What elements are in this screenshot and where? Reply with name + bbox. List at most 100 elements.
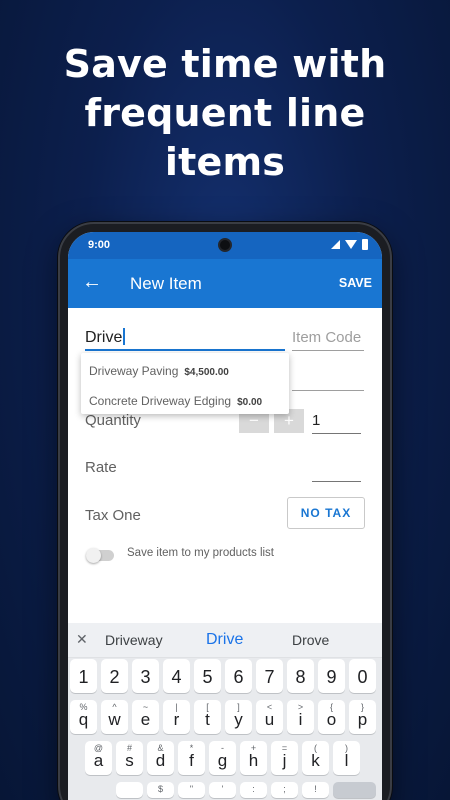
keyboard-suggestion[interactable]: Drive bbox=[206, 631, 243, 649]
key-label: 1 bbox=[78, 667, 89, 687]
key-q[interactable]: % q bbox=[70, 700, 97, 734]
key-label: 7 bbox=[264, 667, 275, 687]
key-t[interactable]: [t bbox=[194, 700, 221, 734]
key-e[interactable]: ~ e bbox=[132, 700, 159, 734]
key-f[interactable]: * f bbox=[178, 741, 205, 775]
key-label: 8 bbox=[295, 667, 306, 687]
key-label: r bbox=[173, 710, 180, 729]
key-label: 2 bbox=[109, 667, 120, 687]
key-o[interactable]: {o bbox=[318, 700, 345, 734]
key-label: i bbox=[298, 710, 303, 729]
suggestion-dropdown: Driveway Paving $4,500.00 Concrete Drivew… bbox=[81, 353, 289, 414]
key-label: 6 bbox=[233, 667, 244, 687]
key-r[interactable]: | r bbox=[163, 700, 190, 734]
save-to-products-toggle[interactable] bbox=[86, 548, 114, 563]
key-0[interactable]: 0 bbox=[349, 659, 376, 693]
text-caret bbox=[123, 328, 125, 345]
key-i[interactable]: > i bbox=[287, 700, 314, 734]
key-label: 4 bbox=[171, 667, 182, 687]
suggestion-name: Driveway Paving bbox=[89, 364, 179, 378]
keyboard-suggestion-strip: ✕ Driveway Drive Drove bbox=[68, 623, 382, 658]
key-label: o bbox=[326, 710, 337, 729]
key-4[interactable]: 4 bbox=[163, 659, 190, 693]
key-9[interactable]: 9 bbox=[318, 659, 345, 693]
status-time: 9:00 bbox=[88, 239, 111, 251]
key-8[interactable]: 8 bbox=[287, 659, 314, 693]
suggestion-item[interactable]: Concrete Driveway Edging $0.00 bbox=[89, 394, 262, 408]
key-alt-label: ' bbox=[221, 784, 224, 794]
key-d[interactable]: & d bbox=[147, 741, 174, 775]
key-label: e bbox=[140, 710, 151, 729]
key-label: 9 bbox=[326, 667, 337, 687]
key-3[interactable]: 3 bbox=[132, 659, 159, 693]
key-p[interactable]: } p bbox=[349, 700, 376, 734]
key-label: f bbox=[189, 751, 194, 770]
key-g[interactable]: -g bbox=[209, 741, 236, 775]
phone-screen: 9:00 ← New Item SAVE Drive Item Code Dri… bbox=[68, 232, 382, 800]
key-m[interactable]: ! bbox=[302, 782, 329, 798]
backspace-key[interactable] bbox=[333, 782, 376, 798]
key-alt-label: ; bbox=[283, 784, 286, 794]
rate-label: Rate bbox=[85, 459, 117, 476]
key-label: t bbox=[205, 710, 210, 729]
keyboard-suggestion[interactable]: Drove bbox=[292, 632, 329, 648]
key-label: l bbox=[344, 751, 349, 770]
key-label: s bbox=[125, 751, 134, 770]
key-v[interactable]: ' bbox=[209, 782, 236, 798]
key-z[interactable] bbox=[116, 782, 143, 798]
quantity-label: Quantity bbox=[85, 412, 141, 429]
key-y[interactable]: ] y bbox=[225, 700, 252, 734]
key-alt-label: $ bbox=[157, 784, 163, 794]
key-7[interactable]: 7 bbox=[256, 659, 283, 693]
collapse-icon[interactable]: ✕ bbox=[76, 631, 88, 648]
headline: Save time with frequent line items bbox=[63, 42, 387, 184]
suggestion-price: $0.00 bbox=[237, 397, 263, 408]
key-alt-label: " bbox=[189, 784, 194, 794]
camera-icon bbox=[218, 238, 232, 252]
key-n[interactable]: ; bbox=[271, 782, 298, 798]
key-l[interactable]: ) l bbox=[333, 741, 360, 775]
item-code-input[interactable]: Item Code bbox=[292, 325, 364, 351]
rate-field[interactable] bbox=[312, 456, 361, 482]
save-to-products-label: Save item to my products list bbox=[127, 547, 274, 559]
quantity-field[interactable]: 1 bbox=[312, 408, 361, 434]
key-b[interactable]: : bbox=[240, 782, 267, 798]
key-2[interactable]: 2 bbox=[101, 659, 128, 693]
key-k[interactable]: (k bbox=[302, 741, 329, 775]
key-u[interactable]: < u bbox=[256, 700, 283, 734]
tax-select-button[interactable]: NO TAX bbox=[287, 497, 365, 529]
key-label: q bbox=[78, 710, 89, 729]
description-input[interactable] bbox=[292, 390, 364, 391]
toggle-knob bbox=[86, 548, 101, 563]
key-x[interactable]: $ bbox=[147, 782, 174, 798]
status-bar: 9:00 bbox=[68, 232, 382, 259]
key-s[interactable]: # s bbox=[116, 741, 143, 775]
key-label: 3 bbox=[140, 667, 151, 687]
item-form: Drive Item Code Driveway Paving $4,500.00… bbox=[68, 308, 382, 623]
key-alt-label: : bbox=[252, 784, 255, 794]
suggestion-item[interactable]: Driveway Paving $4,500.00 bbox=[89, 364, 229, 378]
key-label: p bbox=[357, 710, 368, 729]
key-h[interactable]: + h bbox=[240, 741, 267, 775]
key-c[interactable]: " bbox=[178, 782, 205, 798]
save-button[interactable]: SAVE bbox=[339, 276, 372, 290]
key-5[interactable]: 5 bbox=[194, 659, 221, 693]
suggestion-name: Concrete Driveway Edging bbox=[89, 394, 232, 408]
page-title: New Item bbox=[130, 274, 202, 293]
key-a[interactable]: @ a bbox=[85, 741, 112, 775]
suggestion-price: $4,500.00 bbox=[184, 367, 229, 378]
arrow-left-icon[interactable]: ← bbox=[82, 271, 102, 293]
key-alt-label: ! bbox=[314, 784, 317, 794]
key-6[interactable]: 6 bbox=[225, 659, 252, 693]
soft-keyboard: ✕ Driveway Drive Drove 1 2 3 4 5 6 7 8 9… bbox=[68, 623, 382, 800]
tax-label: Tax One bbox=[85, 507, 141, 524]
key-j[interactable]: = j bbox=[271, 741, 298, 775]
key-w[interactable]: ^ w bbox=[101, 700, 128, 734]
key-1[interactable]: 1 bbox=[70, 659, 97, 693]
app-bar: ← New Item SAVE bbox=[68, 259, 382, 308]
item-name-value: Drive bbox=[85, 329, 123, 346]
battery-icon bbox=[362, 239, 368, 250]
item-name-input[interactable]: Drive bbox=[85, 325, 285, 351]
key-label: y bbox=[234, 710, 243, 729]
keyboard-suggestion[interactable]: Driveway bbox=[105, 632, 163, 648]
